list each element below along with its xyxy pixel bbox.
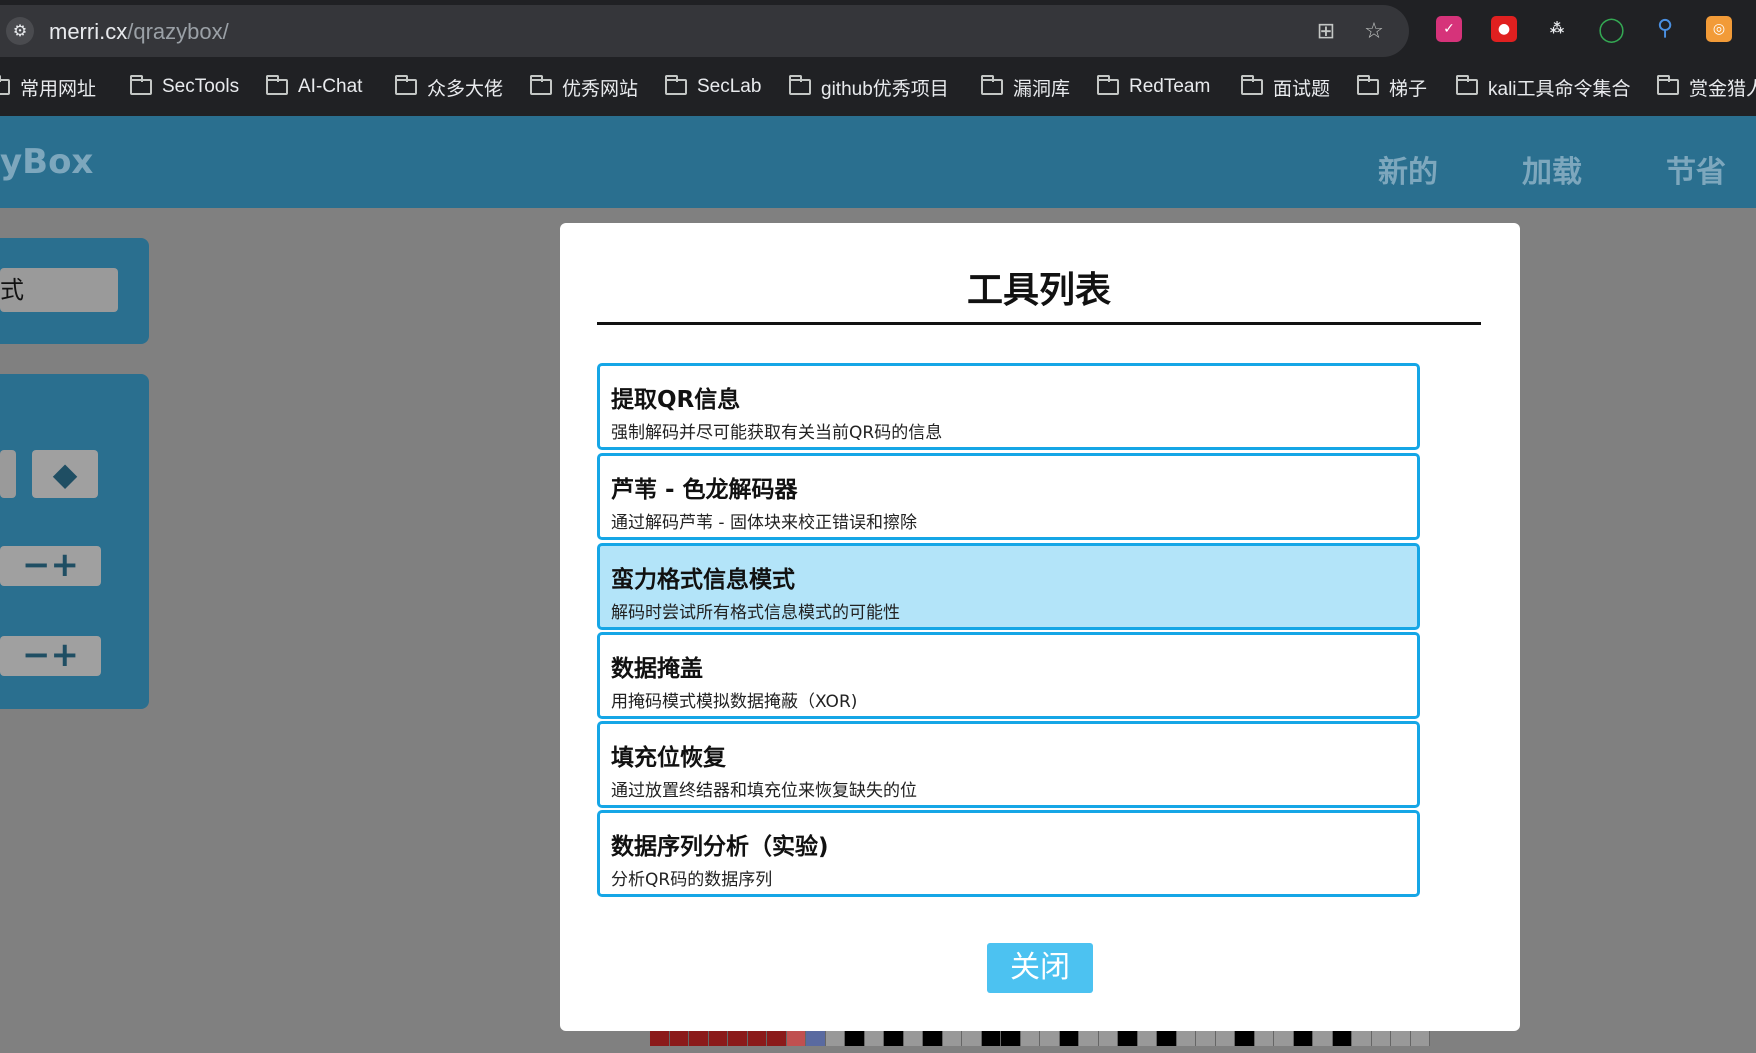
extension-icon-2[interactable]: ● <box>1491 16 1517 42</box>
folder-icon <box>1097 75 1119 95</box>
bookmark-item[interactable]: 众多大佬 <box>395 74 503 100</box>
site-info-icon[interactable]: ⚙ <box>6 17 34 45</box>
address-bar[interactable]: ⚙ merri.cx/qrazybox/ ⊞ ☆ <box>0 5 1409 57</box>
tool-description: 通过放置终结器和填充位来恢复缺失的位 <box>611 781 917 801</box>
folder-icon <box>981 75 1003 95</box>
tool-name: 数据掩盖 <box>611 656 703 682</box>
tool-description: 通过解码芦苇 - 固体块来校正错误和擦除 <box>611 513 917 533</box>
tool-data-masking[interactable]: 数据掩盖 用掩码模式模拟数据掩蔽（XOR) <box>597 632 1420 719</box>
folder-icon <box>0 75 10 95</box>
folder-icon <box>1456 75 1478 95</box>
bookmark-item[interactable]: RedTeam <box>1097 74 1210 100</box>
tool-name: 芦苇 - 色龙解码器 <box>611 477 798 503</box>
bookmark-item[interactable]: 赏金猎人 <box>1657 74 1756 100</box>
extension-icon-4[interactable]: ◯ <box>1598 16 1625 42</box>
extension-icon-1[interactable]: ✓ <box>1436 16 1462 42</box>
bookmark-item[interactable]: 常用网址 <box>0 74 96 100</box>
tool-description: 强制解码并尽可能获取有关当前QR码的信息 <box>611 423 943 443</box>
extension-icon-5[interactable]: ⚲ <box>1652 16 1678 42</box>
bookmark-item[interactable]: github优秀项目 <box>789 74 949 100</box>
folder-icon <box>530 75 552 95</box>
browser-chrome: ⚙ merri.cx/qrazybox/ ⊞ ☆ ✓ ● ⁂ ◯ ⚲ ◎ 常用网… <box>0 0 1756 116</box>
bookmark-item[interactable]: SecTools <box>130 74 239 100</box>
tool-list-modal: 工具列表 提取QR信息 强制解码并尽可能获取有关当前QR码的信息 芦苇 - 色龙… <box>560 223 1520 1031</box>
bookmark-item[interactable]: 梯子 <box>1357 74 1427 100</box>
extension-icon-3[interactable]: ⁂ <box>1544 16 1570 42</box>
tool-reed-solomon-decoder[interactable]: 芦苇 - 色龙解码器 通过解码芦苇 - 固体块来校正错误和擦除 <box>597 453 1420 540</box>
modal-title: 工具列表 <box>966 270 1111 311</box>
tool-description: 解码时尝试所有格式信息模式的可能性 <box>611 603 900 623</box>
tool-extract-qr-info[interactable]: 提取QR信息 强制解码并尽可能获取有关当前QR码的信息 <box>597 363 1420 450</box>
title-divider <box>597 322 1481 325</box>
folder-icon <box>1357 75 1379 95</box>
tool-brute-force-format-info[interactable]: 蛮力格式信息模式 解码时尝试所有格式信息模式的可能性 <box>597 543 1420 630</box>
bookmark-item[interactable]: SecLab <box>665 74 761 100</box>
tool-padding-bits-recovery[interactable]: 填充位恢复 通过放置终结器和填充位来恢复缺失的位 <box>597 721 1420 808</box>
folder-icon <box>1657 75 1679 95</box>
url-text[interactable]: merri.cx/qrazybox/ <box>49 19 229 45</box>
bookmark-item[interactable]: 优秀网站 <box>530 74 638 100</box>
bookmarks-bar: 常用网址 SecTools AI-Chat 众多大佬 优秀网站 SecLab g… <box>0 70 1756 104</box>
bookmark-item[interactable]: AI-Chat <box>266 74 362 100</box>
bookmark-item[interactable]: 面试题 <box>1241 74 1330 100</box>
folder-icon <box>395 75 417 95</box>
bookmark-item[interactable]: kali工具命令集合 <box>1456 74 1631 100</box>
bookmark-item[interactable]: 漏洞库 <box>981 74 1070 100</box>
folder-icon <box>789 75 811 95</box>
folder-icon <box>266 75 288 95</box>
tool-data-sequence-analysis[interactable]: 数据序列分析（实验) 分析QR码的数据序列 <box>597 810 1420 897</box>
folder-icon <box>1241 75 1263 95</box>
tool-name: 提取QR信息 <box>611 387 741 413</box>
folder-icon <box>665 75 687 95</box>
translate-icon[interactable]: ⊞ <box>1312 19 1340 44</box>
close-button[interactable]: 关闭 <box>987 943 1093 993</box>
tool-description: 分析QR码的数据序列 <box>611 870 773 890</box>
bookmark-star-icon[interactable]: ☆ <box>1360 19 1388 44</box>
folder-icon <box>130 75 152 95</box>
extension-icon-6[interactable]: ◎ <box>1706 16 1732 42</box>
tool-name: 蛮力格式信息模式 <box>611 567 795 593</box>
tool-name: 数据序列分析（实验) <box>611 834 829 860</box>
tool-description: 用掩码模式模拟数据掩蔽（XOR) <box>611 692 858 712</box>
tool-name: 填充位恢复 <box>611 745 726 771</box>
